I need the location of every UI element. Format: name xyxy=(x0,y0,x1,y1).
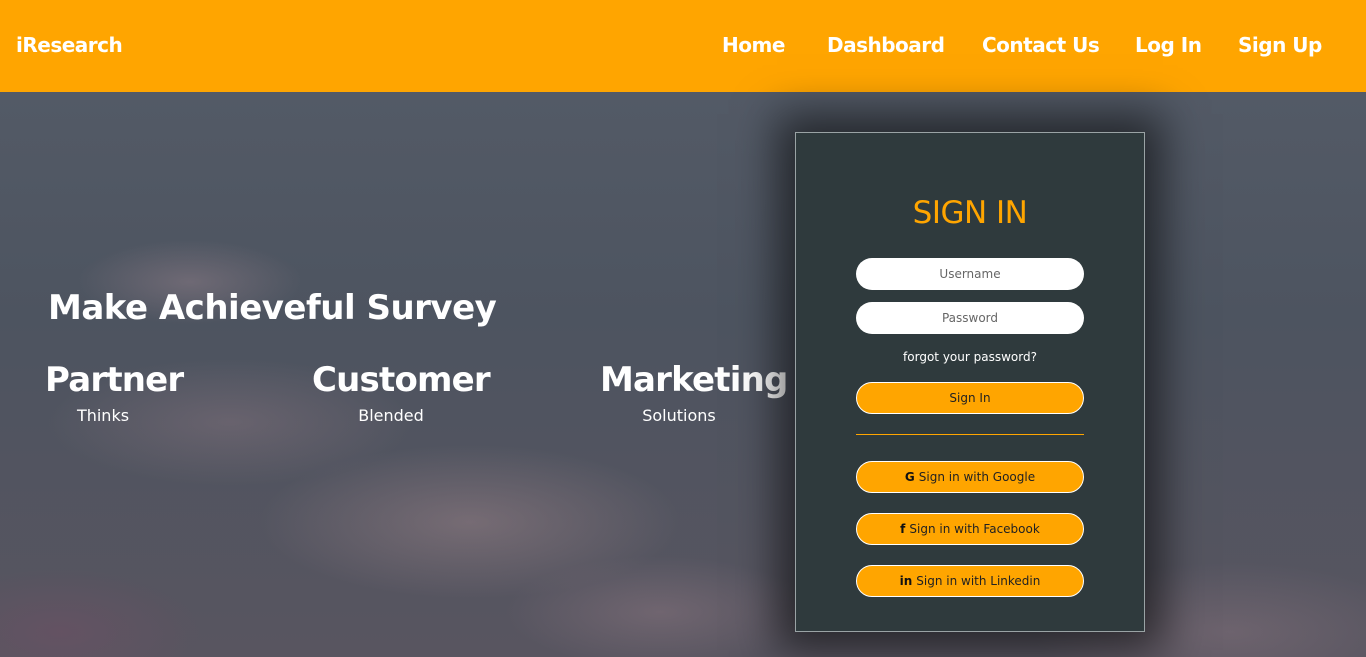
navbar: iResearch Home Dashboard Contact Us Log … xyxy=(0,0,1366,92)
google-icon: G xyxy=(904,470,915,484)
hero-section: Make Achieveful Survey Partner Thinks Cu… xyxy=(0,92,1366,657)
nav-dashboard[interactable]: Dashboard xyxy=(827,33,945,57)
linkedin-sign-in-label: Sign in with Linkedin xyxy=(916,574,1041,588)
feature-title: Partner xyxy=(45,360,184,400)
sign-in-button[interactable]: Sign In xyxy=(856,382,1084,414)
feature-subtitle: Blended xyxy=(358,406,424,425)
sign-in-title: SIGN IN xyxy=(912,195,1028,231)
google-sign-in-label: Sign in with Google xyxy=(918,470,1036,484)
google-sign-in-button[interactable]: G Sign in with Google xyxy=(856,461,1084,493)
nav-contact-us[interactable]: Contact Us xyxy=(982,33,1100,57)
feature-partner: Partner Thinks xyxy=(45,360,184,425)
nav-log-in[interactable]: Log In xyxy=(1135,33,1202,57)
hero-title: Make Achieveful Survey xyxy=(48,288,497,328)
divider xyxy=(856,434,1084,435)
linkedin-sign-in-button[interactable]: in Sign in with Linkedin xyxy=(856,565,1084,597)
feature-customer: Customer Blended xyxy=(312,360,491,425)
feature-title: Marketing xyxy=(600,360,788,400)
sign-in-card: SIGN IN forgot your password? Sign In GS… xyxy=(795,132,1145,632)
nav-sign-up[interactable]: Sign Up xyxy=(1238,33,1322,57)
password-input[interactable] xyxy=(856,302,1084,334)
facebook-sign-in-label: Sign in with Facebook xyxy=(909,522,1040,536)
facebook-icon: f xyxy=(900,522,906,536)
feature-marketing: Marketing Solutions xyxy=(600,360,788,425)
linkedin-icon: in xyxy=(899,574,913,588)
nav-home[interactable]: Home xyxy=(722,33,785,57)
brand-logo[interactable]: iResearch xyxy=(16,33,123,57)
feature-subtitle: Thinks xyxy=(76,406,130,425)
feature-title: Customer xyxy=(312,360,491,400)
feature-subtitle: Solutions xyxy=(642,406,716,425)
username-input[interactable] xyxy=(856,258,1084,290)
forgot-password-link[interactable]: forgot your password? xyxy=(796,350,1144,364)
facebook-sign-in-button[interactable]: f Sign in with Facebook xyxy=(856,513,1084,545)
